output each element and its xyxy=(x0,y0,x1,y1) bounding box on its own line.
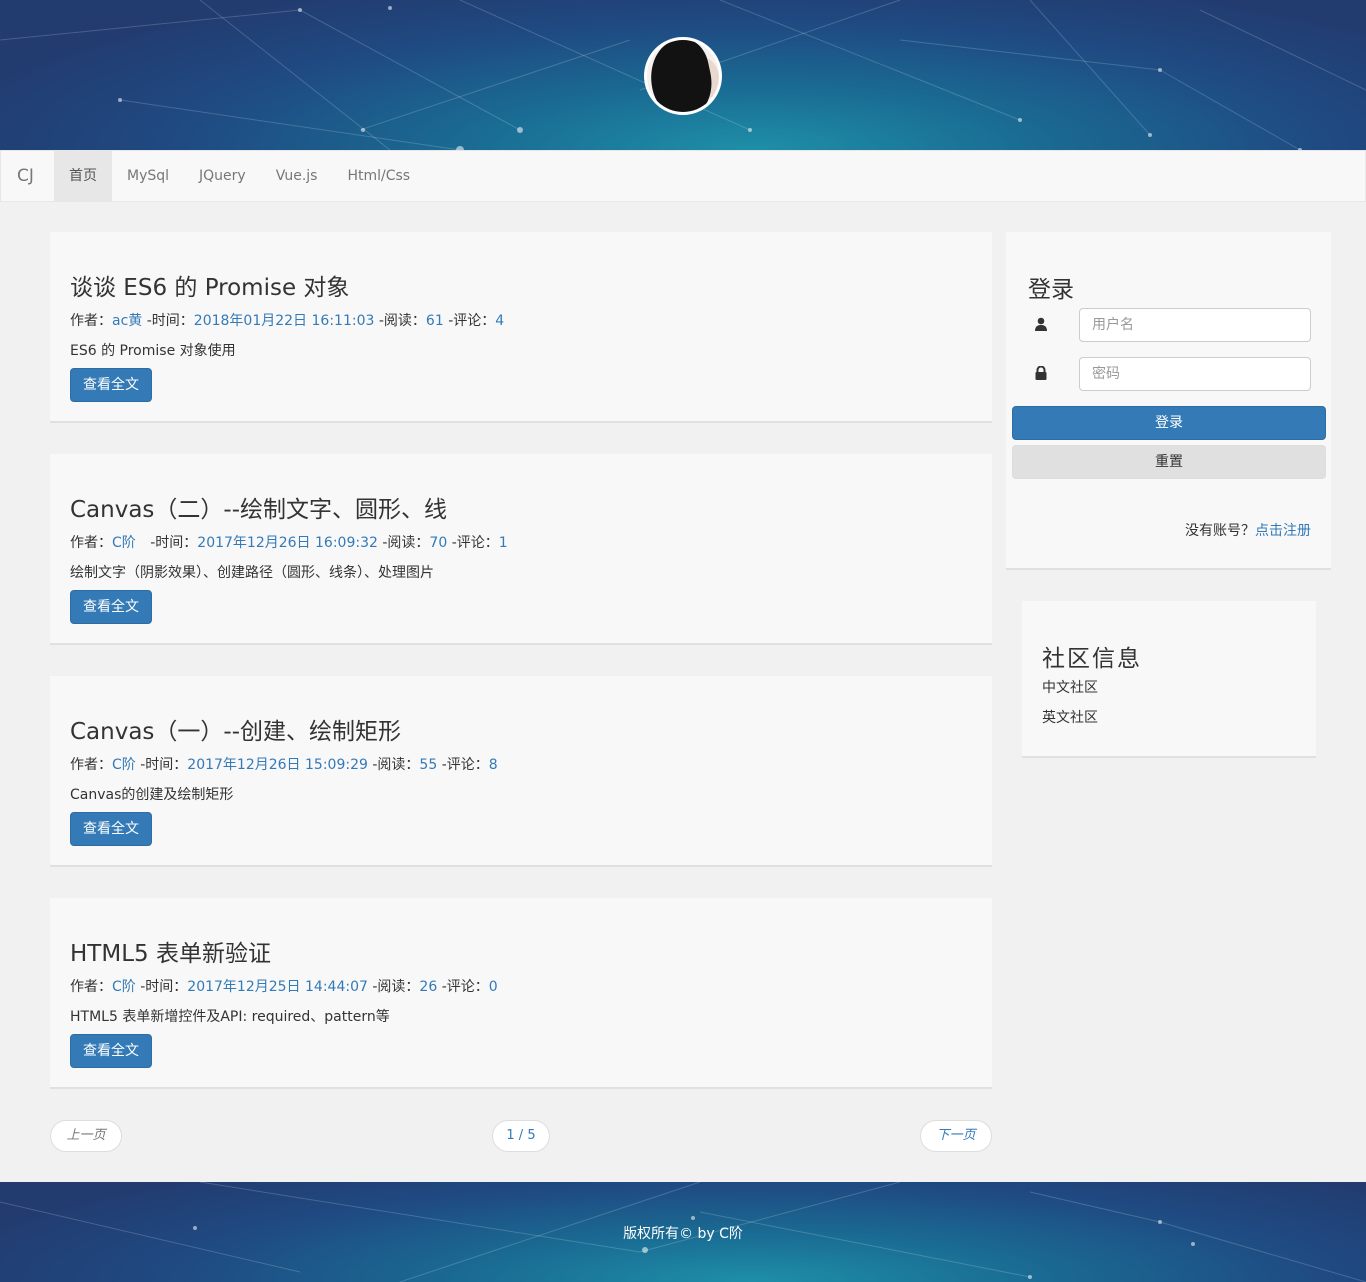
register-link[interactable]: 点击注册 xyxy=(1255,523,1311,539)
time-label: -时间： xyxy=(146,313,194,329)
author-name[interactable]: C阶 xyxy=(112,757,136,773)
reads-label: -阅读： xyxy=(372,757,420,773)
reads-label: -阅读： xyxy=(378,313,426,329)
footer: 版权所有© by C阶 xyxy=(0,1182,1366,1282)
read-count: 55 xyxy=(419,757,438,773)
read-count: 61 xyxy=(425,313,444,329)
article-card: Canvas（一）--创建、绘制矩形 作者：C阶 -时间：2017年12月26日… xyxy=(50,676,992,867)
register-prompt: 没有账号？点击注册 xyxy=(1185,520,1311,540)
comment-count: 8 xyxy=(488,757,498,773)
author-label: 作者： xyxy=(70,535,112,551)
nav-menu: 首页 MySql JQuery Vue.js Html/Css xyxy=(54,151,425,201)
login-button[interactable]: 登录 xyxy=(1012,406,1326,440)
article-title[interactable]: HTML5 表单新验证 xyxy=(70,934,271,968)
next-page-button[interactable]: 下一页 xyxy=(920,1120,992,1152)
post-time: 2017年12月26日 16:09:32 xyxy=(197,535,378,551)
author-label: 作者： xyxy=(70,979,112,995)
article-meta: 作者：C阶 -时间：2017年12月26日 15:09:29 -阅读：55 -评… xyxy=(70,754,498,774)
comment-count: 1 xyxy=(498,535,508,551)
read-count: 70 xyxy=(429,535,448,551)
avatar-hair xyxy=(647,40,719,112)
read-more-button[interactable]: 查看全文 xyxy=(70,368,152,402)
login-title: 登录 xyxy=(1028,277,1074,303)
comments-label: -评论： xyxy=(448,313,496,329)
nav-item-home[interactable]: 首页 xyxy=(54,151,112,201)
author-name[interactable]: C阶 xyxy=(112,535,136,551)
author-label: 作者： xyxy=(70,757,112,773)
comment-count: 4 xyxy=(495,313,505,329)
article-title[interactable]: Canvas（一）--创建、绘制矩形 xyxy=(70,712,401,746)
comment-count: 0 xyxy=(488,979,498,995)
reads-label: -阅读： xyxy=(372,979,420,995)
community-title: 社区信息 xyxy=(1042,646,1142,672)
comments-label: -评论： xyxy=(451,535,499,551)
community-item-english[interactable]: 英文社区 xyxy=(1042,707,1098,727)
prev-page-button[interactable]: 上一页 xyxy=(50,1120,122,1152)
nav-item-vuejs[interactable]: Vue.js xyxy=(261,151,333,201)
author-name[interactable]: C阶 xyxy=(112,979,136,995)
login-panel: 登录 登录 重置 没有账号？点击注册 xyxy=(1006,232,1331,570)
author-name[interactable]: ac黄 xyxy=(112,313,142,329)
article-card: HTML5 表单新验证 作者：C阶 -时间：2017年12月25日 14:44:… xyxy=(50,898,992,1089)
article-title[interactable]: Canvas（二）--绘制文字、圆形、线 xyxy=(70,490,447,524)
no-account-text: 没有账号？ xyxy=(1185,523,1255,539)
community-item-chinese[interactable]: 中文社区 xyxy=(1042,677,1098,697)
nav-item-jquery[interactable]: JQuery xyxy=(184,151,261,201)
read-count: 26 xyxy=(419,979,438,995)
password-input[interactable] xyxy=(1079,357,1311,391)
article-card: 谈谈 ES6 的 Promise 对象 作者：ac黄 -时间：2018年01月2… xyxy=(50,232,992,423)
copyright-text: 版权所有© by C阶 xyxy=(623,1226,743,1242)
author-label: 作者： xyxy=(70,313,112,329)
article-summary: ES6 的 Promise 对象使用 xyxy=(70,343,236,359)
time-label: -时间： xyxy=(140,757,188,773)
article-meta: 作者：C阶 -时间：2017年12月26日 16:09:32 -阅读：70 -评… xyxy=(70,532,508,552)
read-more-button[interactable]: 查看全文 xyxy=(70,590,152,624)
navbar: CJ 首页 MySql JQuery Vue.js Html/Css xyxy=(0,150,1366,202)
username-input[interactable] xyxy=(1079,308,1311,342)
article-meta: 作者：C阶 -时间：2017年12月25日 14:44:07 -阅读：26 -评… xyxy=(70,976,498,996)
article-summary: HTML5 表单新增控件及API: required、pattern等 xyxy=(70,1009,390,1025)
time-label: -时间： xyxy=(150,535,198,551)
post-time: 2018年01月22日 16:11:03 xyxy=(193,313,375,329)
nav-item-htmlcss[interactable]: Html/Css xyxy=(332,151,425,201)
reset-button[interactable]: 重置 xyxy=(1012,445,1326,479)
avatar xyxy=(644,37,722,115)
lock-icon xyxy=(1035,366,1047,380)
nav-item-mysql[interactable]: MySql xyxy=(112,151,184,201)
community-panel: 社区信息 中文社区 英文社区 xyxy=(1022,601,1316,758)
header-banner xyxy=(0,0,1366,150)
comments-label: -评论： xyxy=(441,757,489,773)
post-time: 2017年12月25日 14:44:07 xyxy=(187,979,368,995)
article-summary: Canvas的创建及绘制矩形 xyxy=(70,787,234,803)
read-more-button[interactable]: 查看全文 xyxy=(70,1034,152,1068)
article-card: Canvas（二）--绘制文字、圆形、线 作者：C阶 -时间：2017年12月2… xyxy=(50,454,992,645)
read-more-button[interactable]: 查看全文 xyxy=(70,812,152,846)
article-title[interactable]: 谈谈 ES6 的 Promise 对象 xyxy=(70,268,349,302)
article-summary: 绘制文字（阴影效果）、创建路径（圆形、线条）、处理图片 xyxy=(70,565,434,581)
post-time: 2017年12月26日 15:09:29 xyxy=(187,757,368,773)
navbar-brand[interactable]: CJ xyxy=(17,151,34,201)
comments-label: -评论： xyxy=(441,979,489,995)
time-label: -时间： xyxy=(140,979,188,995)
article-meta: 作者：ac黄 -时间：2018年01月22日 16:11:03 -阅读：61 -… xyxy=(70,310,504,330)
page-indicator: 1 / 5 xyxy=(492,1120,550,1152)
reads-label: -阅读： xyxy=(382,535,430,551)
user-icon xyxy=(1035,317,1047,331)
